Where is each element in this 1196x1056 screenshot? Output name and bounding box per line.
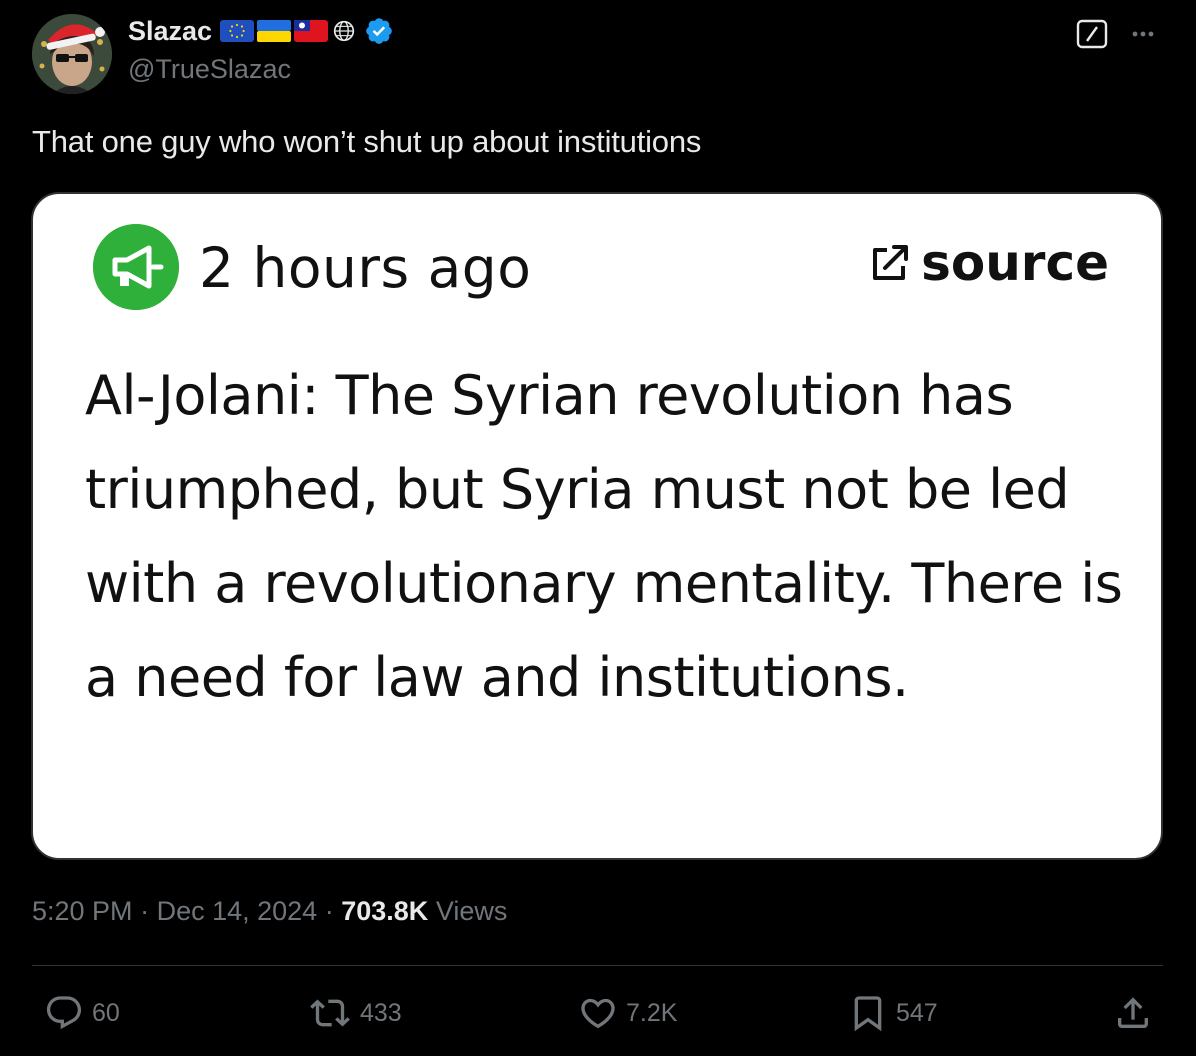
handle[interactable]: @TrueSlazac: [128, 54, 394, 85]
name-row: Slazac: [128, 14, 394, 48]
grok-icon: [1076, 19, 1108, 49]
heart-icon: [581, 998, 615, 1029]
reply-icon: [46, 996, 82, 1030]
ukraine-flag-icon: [257, 20, 292, 42]
like-button[interactable]: 7.2K: [578, 993, 677, 1033]
avatar[interactable]: [32, 14, 112, 94]
bookmark-button[interactable]: 547: [848, 993, 938, 1033]
tweet-date[interactable]: Dec 14, 2024: [157, 896, 318, 926]
views-count: 703.8K: [341, 896, 429, 926]
meta-separator: ·: [324, 896, 342, 926]
grok-button[interactable]: [1075, 18, 1109, 50]
more-options-button[interactable]: [1126, 18, 1160, 50]
reply-count: 60: [92, 998, 120, 1027]
repost-count: 433: [360, 998, 402, 1027]
bookmark-icon: [854, 996, 882, 1032]
more-dots-icon: [1132, 31, 1154, 37]
external-link-icon: [873, 245, 909, 280]
reply-button[interactable]: 60: [44, 993, 120, 1033]
share-icon: [1118, 997, 1148, 1028]
like-count: 7.2K: [626, 998, 678, 1027]
repost-button[interactable]: 433: [308, 993, 402, 1033]
bookmark-count: 547: [896, 998, 938, 1027]
card-headline: Al-Jolani: The Syrian revolution has tri…: [85, 364, 1123, 709]
repost-icon: [310, 999, 350, 1027]
megaphone-icon: [93, 224, 179, 310]
divider: [32, 965, 1163, 966]
display-name[interactable]: Slazac: [128, 16, 212, 47]
card-source-label: source: [921, 234, 1109, 292]
card-source-link: source: [867, 234, 1109, 292]
share-button[interactable]: [1113, 993, 1161, 1033]
tweet-text: That one guy who won’t shut up about ins…: [32, 124, 702, 159]
verified-badge-icon[interactable]: [364, 16, 394, 46]
meta-separator: ·: [140, 896, 157, 926]
tweet-author: Slazac @TrueSlazac: [128, 14, 394, 85]
card-time-ago: 2 hours ago: [199, 236, 532, 300]
views-label: Views: [435, 896, 508, 926]
globe-icon: [333, 20, 355, 42]
tweet-metadata: 5:20 PM · Dec 14, 2024 · 703.8K Views: [32, 896, 507, 927]
taiwan-flag-icon: [294, 20, 329, 42]
tweet-time[interactable]: 5:20 PM: [32, 896, 133, 926]
avatar-image: [32, 14, 112, 94]
eu-flag-icon: [220, 20, 255, 42]
tweet-media-image[interactable]: 2 hours ago source Al-Jolani: The Syrian…: [31, 192, 1163, 860]
